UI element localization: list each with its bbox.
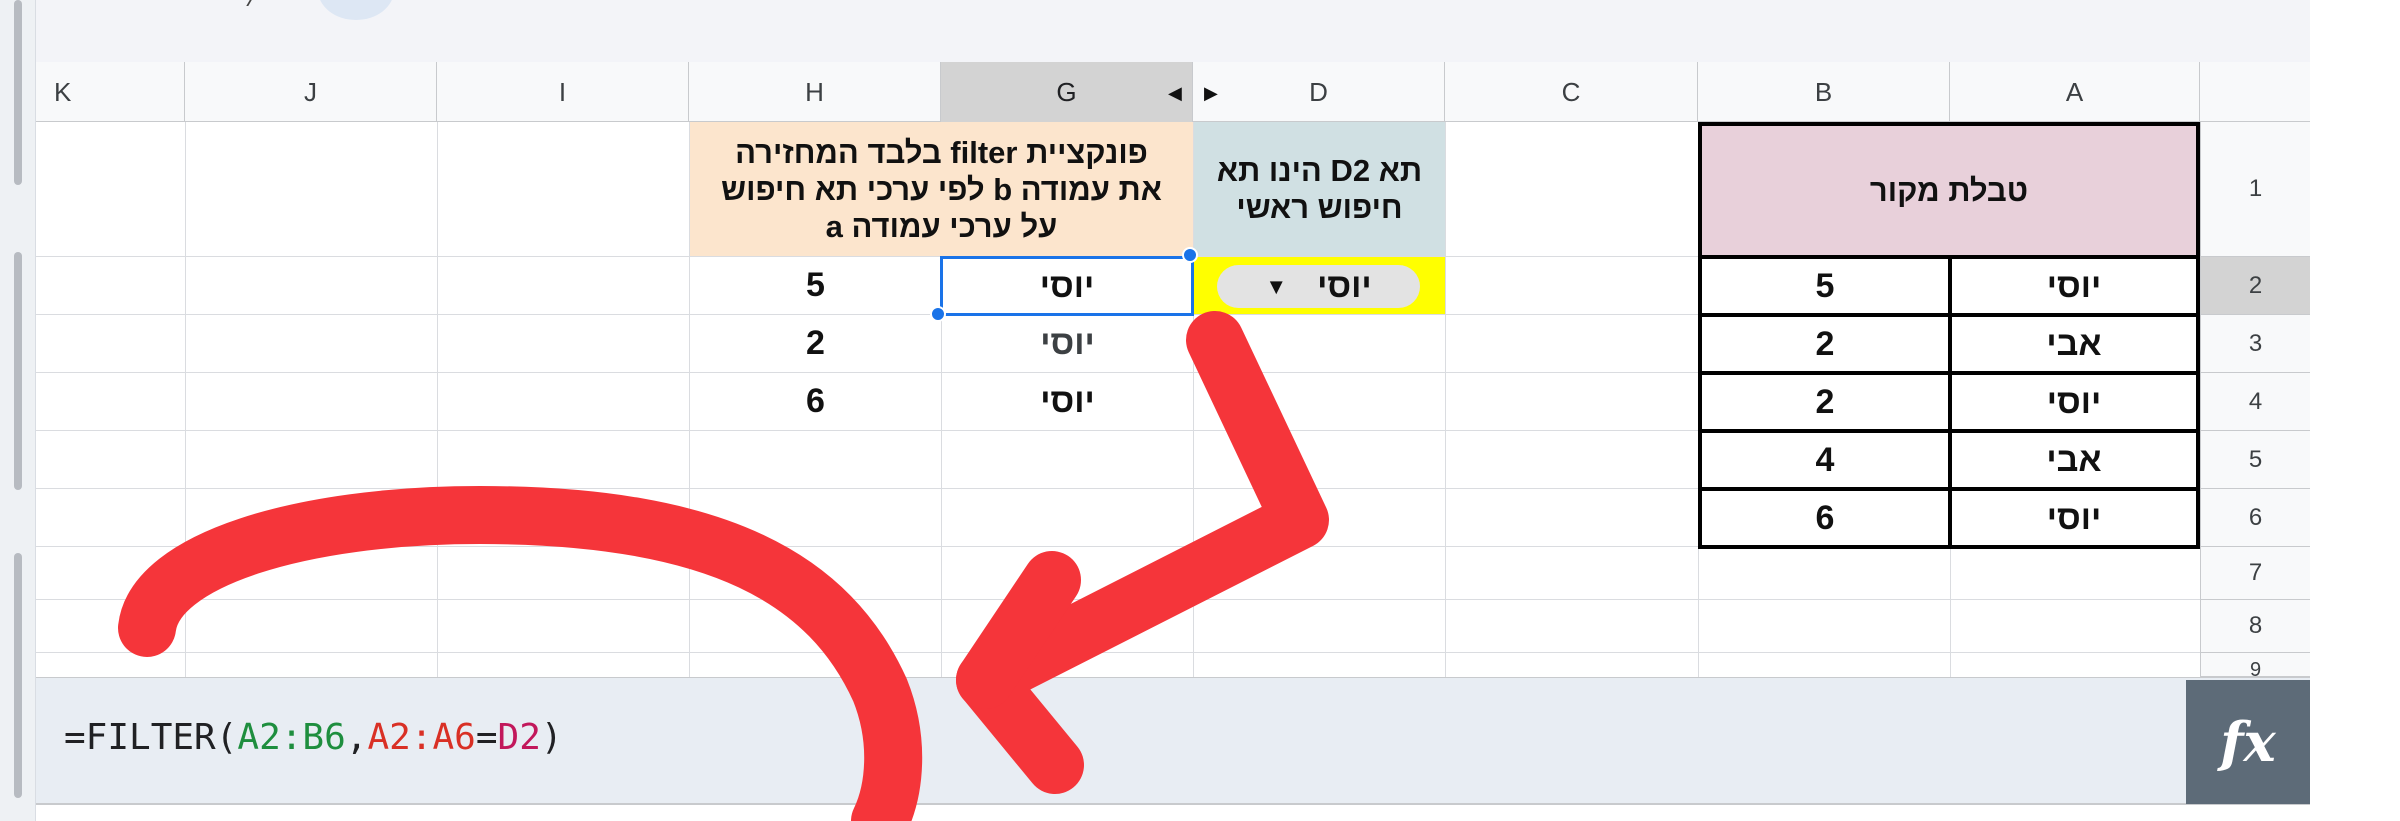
gridline (1445, 122, 1446, 677)
filter-label-line: את עמודה b לפי ערכי תא חיפוש (721, 171, 1162, 207)
gridline (36, 599, 2210, 600)
cell-b6[interactable]: 6 (1698, 487, 1952, 549)
hidden-columns-left-arrow-icon[interactable]: ◀ (1168, 84, 1182, 102)
formula-equals: = (475, 717, 498, 758)
cell-h4[interactable]: 6 (690, 373, 941, 430)
row-header[interactable]: 9 (2200, 653, 2310, 677)
column-header-d[interactable]: D (1193, 62, 1445, 122)
filter-label-cell[interactable]: פונקציית filter בלבד המחזירה את עמודה b … (690, 122, 1193, 256)
cell-b2[interactable]: 5 (1698, 255, 1952, 317)
gridline (185, 122, 186, 677)
column-header-i[interactable]: I (437, 62, 689, 122)
column-header-c[interactable]: C (1445, 62, 1698, 122)
cell-b3[interactable]: 2 (1698, 313, 1952, 375)
cell-h2[interactable]: 5 (690, 257, 941, 314)
formula-range-ref: A2:B6 (237, 717, 346, 758)
formula-prefix: =FILTER( (64, 717, 238, 758)
formula-fx-button[interactable]: fx (2186, 680, 2310, 804)
filter-label-line: על ערכי עמודה a (825, 208, 1058, 244)
cell-a3[interactable]: אבי (1948, 313, 2200, 375)
formula-input[interactable]: =FILTER(A2:B6,A2:A6=D2) (64, 717, 563, 758)
cell-h3[interactable]: 2 (690, 315, 941, 372)
column-header-h[interactable]: H (689, 62, 941, 122)
row-header[interactable]: 1 (2200, 122, 2310, 257)
fx-icon: fx (2220, 710, 2276, 774)
column-header-g[interactable]: G (941, 62, 1193, 122)
cell-g4[interactable]: יוסי (942, 373, 1193, 430)
gridline (437, 122, 438, 677)
source-table-header[interactable]: טבלת מקור (1698, 122, 2200, 259)
row-header[interactable]: 8 (2200, 600, 2310, 653)
row-header[interactable]: 2 (2200, 257, 2310, 315)
cell-a2[interactable]: יוסי (1948, 255, 2200, 317)
filter-label-line: פונקציית filter בלבד המחזירה (735, 134, 1148, 170)
selection-handle[interactable] (930, 306, 946, 322)
column-header-a[interactable]: A (1950, 62, 2200, 122)
cell-a5[interactable]: אבי (1948, 429, 2200, 491)
dropdown-value: יוסי (1317, 267, 1372, 305)
scrollbar-thumb[interactable] (14, 252, 22, 490)
cell-g3[interactable]: יוסי (942, 315, 1193, 372)
cell-a4[interactable]: יוסי (1948, 371, 2200, 433)
row-header[interactable]: 5 (2200, 431, 2310, 489)
search-label-line: חיפוש ראשי (1236, 190, 1403, 225)
cell-g2[interactable]: יוסי (940, 256, 1194, 316)
formula-condition-range-ref: A2:A6 (367, 717, 476, 758)
search-label-line: תא D2 הינו תא (1216, 153, 1423, 188)
scrollbar-thumb[interactable] (14, 0, 22, 185)
right-margin (2310, 0, 2400, 821)
selection-handle[interactable] (1182, 247, 1198, 263)
formula-cell-ref: D2 (497, 717, 541, 758)
search-label-cell[interactable]: תא D2 הינו תא חיפוש ראשי (1194, 122, 1445, 256)
column-header-k[interactable]: K (36, 62, 185, 122)
dropdown-arrow-icon[interactable]: ▼ (1265, 274, 1287, 300)
column-header-b[interactable]: B (1698, 62, 1950, 122)
select-all-corner[interactable] (2200, 62, 2310, 122)
cell-a6[interactable]: יוסי (1948, 487, 2200, 549)
cell-b5[interactable]: 4 (1698, 429, 1952, 491)
column-header-j[interactable]: J (185, 62, 437, 122)
gridline (36, 652, 2210, 653)
row-header[interactable]: 6 (2200, 489, 2310, 547)
formula-comma: , (345, 717, 368, 758)
row-header[interactable]: 3 (2200, 315, 2310, 373)
cell-b4[interactable]: 2 (1698, 371, 1952, 433)
column-header-row: K J I H G ◀ ▶ D C B A (36, 62, 2310, 122)
row-header[interactable]: 7 (2200, 547, 2310, 600)
scrollbar-thumb[interactable] (14, 553, 22, 798)
spreadsheet-grid[interactable]: 1 2 3 4 5 6 7 8 9 טבלת מקור יוסי 5 אבי 2… (36, 122, 2310, 677)
formula-suffix: ) (540, 717, 563, 758)
row-header[interactable]: 4 (2200, 373, 2310, 431)
search-dropdown-chip[interactable]: יוסי ▼ (1217, 265, 1420, 308)
